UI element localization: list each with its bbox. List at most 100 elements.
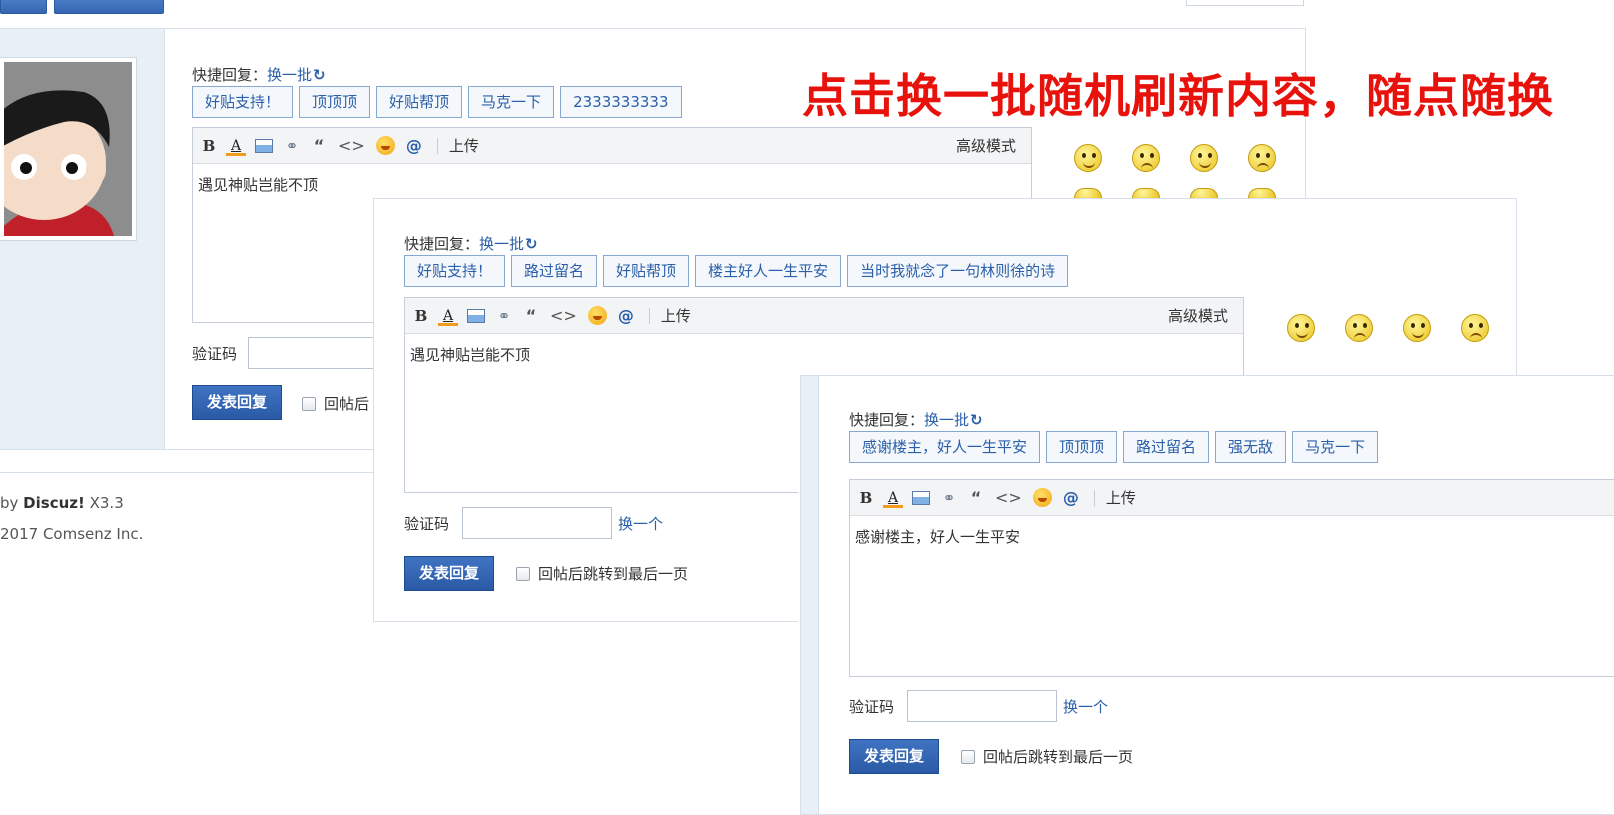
link-icon[interactable]: ⚭ — [284, 136, 300, 156]
quick-reply-label: 快捷回复： — [849, 411, 925, 429]
top-button-left[interactable] — [0, 0, 47, 14]
quick-reply-button[interactable]: 2333333333 — [560, 86, 682, 118]
at-icon[interactable]: @ — [406, 136, 422, 156]
at-icon[interactable]: @ — [1063, 488, 1079, 508]
quick-reply-button[interactable]: 顶顶顶 — [299, 86, 371, 118]
quick-reply-button[interactable]: 顶顶顶 — [1046, 431, 1118, 463]
quick-reply-button[interactable]: 好贴支持！ — [192, 86, 294, 118]
editor-toolbar: B A ⚭ “ <> @ 上传 高级模式 — [405, 298, 1243, 334]
jump-label: 回帖后跳转到最后一页 — [983, 748, 1134, 766]
upload-button[interactable]: 上传 — [661, 306, 691, 326]
captcha-input[interactable] — [248, 337, 388, 369]
submit-reply-button[interactable]: 发表回复 — [404, 556, 495, 591]
smiley-icon[interactable] — [1190, 188, 1218, 198]
jump-checkbox[interactable] — [961, 749, 975, 764]
footer-product[interactable]: Discuz! — [23, 494, 85, 512]
image-icon[interactable] — [467, 308, 485, 323]
jump-checkbox[interactable] — [302, 396, 316, 411]
quick-reply-button[interactable]: 感谢楼主，好人一生平安 — [849, 431, 1041, 463]
code-icon[interactable]: <> — [995, 488, 1022, 508]
quote-icon[interactable]: “ — [968, 488, 984, 508]
quick-reply-button[interactable]: 马克一下 — [468, 86, 555, 118]
page-jump-box[interactable] — [1186, 0, 1304, 6]
smiley-icon[interactable] — [1345, 314, 1373, 342]
jump-option[interactable]: 回帖后 — [302, 393, 369, 414]
editor-content[interactable]: 遇见神贴岂能不顶 — [405, 334, 1243, 375]
smiley-icon[interactable] — [1032, 488, 1052, 507]
font-color-icon[interactable]: A — [226, 136, 246, 156]
link-icon[interactable]: ⚭ — [496, 306, 512, 326]
footer-powered: by Discuz! X3.3 — [0, 494, 124, 512]
smiley-panel — [1287, 314, 1519, 342]
quick-reply-button[interactable]: 好贴支持！ — [404, 255, 506, 287]
image-icon[interactable] — [255, 138, 273, 153]
bold-icon[interactable]: B — [858, 488, 874, 508]
captcha-input[interactable] — [907, 690, 1057, 722]
smiley-icon[interactable] — [1074, 144, 1102, 172]
advanced-mode-link[interactable]: 高级模式 — [956, 128, 1016, 164]
jump-option[interactable]: 回帖后跳转到最后一页 — [961, 746, 1133, 767]
smiley-icon[interactable] — [1132, 188, 1160, 198]
captcha-refresh-link[interactable]: 换一个 — [1063, 696, 1108, 717]
smiley-icon[interactable] — [1461, 314, 1489, 342]
footer-copyright: 2017 Comsenz Inc. — [0, 525, 144, 543]
quick-reply-button[interactable]: 好贴帮顶 — [603, 255, 690, 287]
code-icon[interactable]: <> — [338, 136, 365, 156]
image-icon[interactable] — [912, 490, 930, 505]
smiley-icon[interactable] — [1248, 144, 1276, 172]
jump-label: 回帖后跳转到最后一页 — [538, 565, 689, 583]
quick-reply-button[interactable]: 好贴帮顶 — [376, 86, 463, 118]
top-button-reply[interactable] — [54, 0, 164, 14]
quick-reply-buttons: 感谢楼主，好人一生平安 顶顶顶 路过留名 强无敌 马克一下 — [849, 431, 1379, 463]
quick-reply-button[interactable]: 楼主好人一生平安 — [695, 255, 842, 287]
smiley-icon[interactable] — [375, 136, 395, 155]
smiley-icon[interactable] — [1403, 314, 1431, 342]
bold-icon[interactable]: B — [201, 136, 217, 156]
captcha-label: 验证码 — [192, 345, 238, 363]
editor-toolbar: B A ⚭ “ <> @ 上传 高级模式 — [193, 128, 1031, 164]
smiley-icon[interactable] — [1248, 188, 1276, 198]
jump-option[interactable]: 回帖后跳转到最后一页 — [516, 563, 688, 584]
submit-reply-button[interactable]: 发表回复 — [849, 739, 940, 774]
editor-content[interactable]: 感谢楼主，好人一生平安 — [850, 516, 1614, 557]
swap-batch-link[interactable]: 换一批 — [479, 235, 524, 253]
quick-reply-button[interactable]: 路过留名 — [1123, 431, 1210, 463]
reply-panel-3: 快捷回复：换一批↻ 感谢楼主，好人一生平安 顶顶顶 路过留名 强无敌 马克一下 … — [800, 375, 1614, 815]
refresh-icon[interactable]: ↻ — [525, 235, 538, 253]
refresh-icon[interactable]: ↻ — [313, 66, 326, 84]
at-icon[interactable]: @ — [618, 306, 634, 326]
captcha-input[interactable] — [462, 507, 612, 539]
reply-editor: B A ⚭ “ <> @ 上传 高 感谢楼主，好人一生平安 — [849, 479, 1614, 677]
smiley-icon[interactable] — [1190, 144, 1218, 172]
smiley-icon[interactable] — [1074, 188, 1102, 198]
swap-batch-link[interactable]: 换一批 — [924, 411, 969, 429]
smiley-icon[interactable] — [1287, 314, 1315, 342]
code-icon[interactable]: <> — [550, 306, 577, 326]
smiley-icon[interactable] — [587, 306, 607, 325]
upload-button[interactable]: 上传 — [1106, 488, 1136, 508]
quick-reply-button[interactable]: 路过留名 — [511, 255, 598, 287]
captcha-refresh-link[interactable]: 换一个 — [618, 513, 663, 534]
quick-reply-button[interactable]: 当时我就念了一句林则徐的诗 — [847, 255, 1069, 287]
swap-batch-link[interactable]: 换一批 — [267, 66, 312, 84]
advanced-mode-link[interactable]: 高级模式 — [1168, 298, 1228, 334]
submit-reply-button[interactable]: 发表回复 — [192, 385, 283, 420]
quick-reply-title: 快捷回复：换一批↻ — [849, 409, 983, 430]
footer-prefix: by — [0, 494, 24, 512]
quote-icon[interactable]: “ — [311, 136, 327, 156]
smiley-panel — [1074, 144, 1306, 198]
quote-icon[interactable]: “ — [523, 306, 539, 326]
bold-icon[interactable]: B — [413, 306, 429, 326]
smiley-icon[interactable] — [1132, 144, 1160, 172]
font-color-icon[interactable]: A — [438, 306, 458, 326]
quick-reply-button[interactable]: 马克一下 — [1292, 431, 1379, 463]
quick-reply-title: 快捷回复：换一批↻ — [192, 64, 326, 85]
toolbar-divider — [648, 307, 650, 324]
link-icon[interactable]: ⚭ — [941, 488, 957, 508]
refresh-icon[interactable]: ↻ — [970, 411, 983, 429]
font-color-icon[interactable]: A — [883, 488, 903, 508]
upload-button[interactable]: 上传 — [449, 136, 479, 156]
panel-side-strip — [801, 376, 819, 814]
jump-checkbox[interactable] — [516, 566, 530, 581]
quick-reply-button[interactable]: 强无敌 — [1215, 431, 1287, 463]
